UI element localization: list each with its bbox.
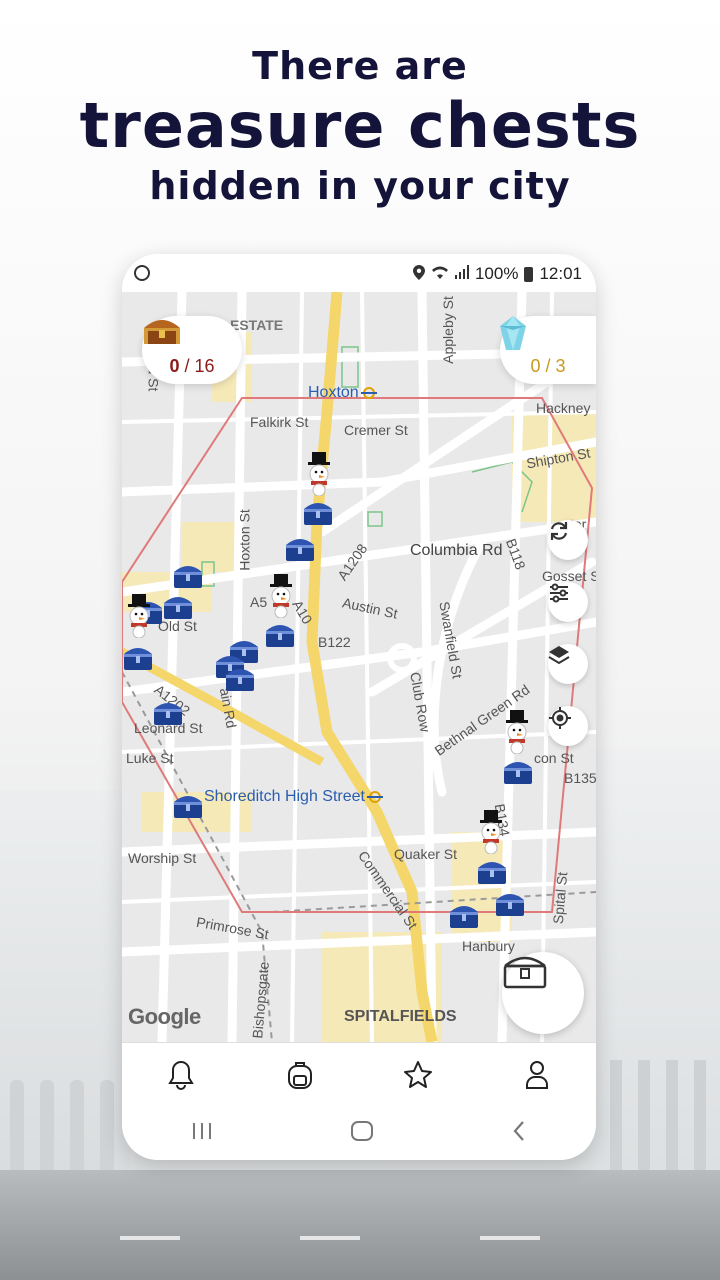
map-label-b122: B122 xyxy=(318,634,351,650)
promo-headline: There are treasure chests hidden in your… xyxy=(0,42,720,210)
street xyxy=(0,1170,720,1280)
home-button[interactable] xyxy=(350,1120,374,1146)
map-label-luke: Luke St xyxy=(126,750,174,766)
signal-icon xyxy=(454,265,469,283)
map-label-spitalfields: SPITALFIELDS xyxy=(344,1008,457,1025)
filter-sliders-icon xyxy=(550,583,568,603)
gem-count: 0 / 3 xyxy=(530,356,566,376)
my-location-icon xyxy=(549,707,571,729)
refresh-button[interactable] xyxy=(548,520,588,560)
map-label-b135: B135 xyxy=(564,770,596,786)
hoxton-label: Hoxton xyxy=(308,384,359,401)
notifications-tab[interactable] xyxy=(157,1051,205,1099)
favorites-tab[interactable] xyxy=(394,1051,442,1099)
bottom-navigation xyxy=(122,1042,596,1107)
wifi-icon xyxy=(431,265,449,283)
back-button[interactable] xyxy=(511,1120,527,1146)
map-label-quaker: Quaker St xyxy=(394,846,458,862)
map-label-hoxton-st: Hoxton St xyxy=(236,509,253,571)
profile-icon xyxy=(525,1061,548,1089)
layers-icon xyxy=(548,646,570,665)
tube-station-icon xyxy=(366,791,383,803)
tube-station-icon xyxy=(360,387,377,399)
building-right xyxy=(590,750,720,1190)
chests-separator: / xyxy=(179,356,195,376)
treasure-chest-icon xyxy=(144,320,180,344)
recents-icon xyxy=(192,1123,211,1139)
layers-button[interactable] xyxy=(548,644,588,684)
map-view[interactable]: ESTATE Hoxton Hackney Falkirk St Cremer … xyxy=(122,292,596,1042)
map-label-estate: ESTATE xyxy=(230,317,284,333)
map-label-hackney: Hackney xyxy=(536,400,591,416)
shoreditch-label: Shoreditch High Street xyxy=(204,788,365,805)
chest-inventory-button[interactable] xyxy=(502,952,584,1034)
refresh-icon xyxy=(550,522,568,540)
system-navigation-bar xyxy=(122,1106,596,1160)
gem-counter[interactable]: 0 / 3 xyxy=(500,316,596,384)
map-label-hoxton-station[interactable]: Hoxton xyxy=(308,384,377,402)
map-label-con: con St xyxy=(534,750,574,766)
map-label-columbia: Columbia Rd xyxy=(410,542,503,559)
account-circle-icon xyxy=(134,265,150,281)
map-label-falkirk: Falkirk St xyxy=(250,414,309,430)
chests-found: 0 xyxy=(169,356,180,376)
map-canvas xyxy=(122,292,596,1042)
star-icon xyxy=(404,1061,433,1088)
battery-icon xyxy=(524,266,534,282)
bell-icon xyxy=(168,1060,195,1090)
chest-inventory-icon xyxy=(503,956,547,989)
map-label-cremer: Cremer St xyxy=(344,422,408,438)
chests-total: 16 xyxy=(194,356,215,376)
phone-frame: 100% 12:01 ESTATE Hoxton Hackney Falkirk… xyxy=(122,254,596,1160)
my-location-button[interactable] xyxy=(548,706,588,746)
battery-percent: 100% xyxy=(474,264,519,283)
building-left xyxy=(0,790,130,1190)
home-icon xyxy=(350,1121,373,1141)
crystal-gem-icon xyxy=(500,316,526,350)
backpack-tab[interactable] xyxy=(276,1051,324,1099)
headline-line-1: There are xyxy=(252,44,468,88)
backpack-icon xyxy=(287,1062,312,1089)
headline-line-3: hidden in your city xyxy=(149,164,571,208)
profile-tab[interactable] xyxy=(513,1051,561,1099)
filter-button[interactable] xyxy=(548,582,588,622)
clock: 12:01 xyxy=(539,264,582,283)
recents-button[interactable] xyxy=(191,1121,213,1145)
map-label-appleby: Appleby St xyxy=(439,296,456,364)
chest-count: 0 / 16 xyxy=(142,356,242,377)
map-label-worship: Worship St xyxy=(128,850,197,866)
google-logo: Google xyxy=(128,1004,201,1029)
location-icon xyxy=(412,264,425,284)
back-icon xyxy=(513,1121,525,1141)
chest-counter[interactable]: 0 / 16 xyxy=(142,316,242,384)
headline-line-2: treasure chests xyxy=(79,89,641,162)
map-label-shoreditch-station[interactable]: Shoreditch High Street xyxy=(204,788,383,806)
status-bar: 100% 12:01 xyxy=(122,254,596,292)
